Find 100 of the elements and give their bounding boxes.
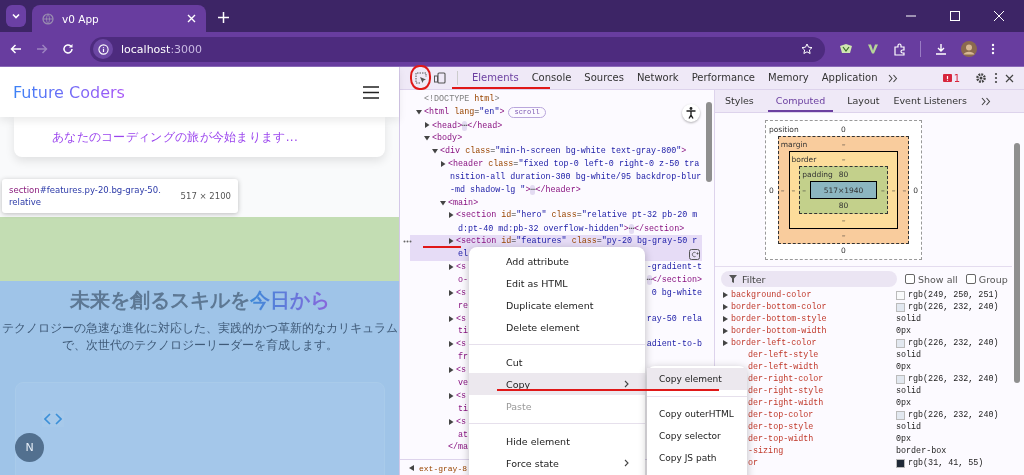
code-line-fragment[interactable]: <s (456, 262, 467, 272)
code-line-fragment[interactable]: ⋯</section> (646, 274, 702, 286)
code-line[interactable]: ti (458, 403, 469, 414)
color-swatch[interactable] (896, 374, 905, 384)
triangle-icon[interactable] (448, 367, 454, 374)
error-count[interactable]: 1 (942, 72, 960, 84)
code-line[interactable]: re (458, 300, 469, 311)
more-tabs-icon[interactable] (887, 73, 898, 83)
code-line-fragment[interactable]: 0 bg-white (651, 287, 702, 298)
checkbox[interactable] (905, 274, 915, 284)
menu-item[interactable]: Cut (469, 351, 645, 373)
menu-item[interactable]: Add attribute (469, 250, 645, 272)
v-logo-icon[interactable] (867, 43, 879, 55)
menu-item[interactable]: Copy outerHTML (647, 403, 747, 425)
triangle-icon[interactable] (416, 109, 422, 116)
color-swatch[interactable] (896, 458, 905, 468)
code-line[interactable]: nsition-all duration-300 bg-white/95 backdrop-blur (450, 171, 702, 182)
devtools-tab[interactable]: Network (633, 67, 682, 89)
triangle-icon[interactable] (424, 122, 430, 129)
devtools-tab[interactable]: Application (818, 67, 881, 89)
sidebar-tab[interactable]: Styles (725, 90, 754, 112)
maximize-icon[interactable] (950, 11, 960, 21)
code-line[interactable]: ve (458, 378, 469, 389)
device-icon[interactable] (434, 72, 446, 84)
code-line[interactable]: </ma (448, 442, 469, 453)
devtools-tab[interactable]: Performance (688, 67, 759, 89)
color-swatch[interactable] (896, 410, 905, 420)
triangle-icon[interactable] (448, 212, 454, 219)
code-line[interactable]: <section id="hero" class="relative pt-32 pb-20 m (456, 210, 698, 221)
triangle-icon[interactable] (448, 418, 454, 425)
code-line[interactable]: <!DOCTYPE html> (424, 94, 500, 105)
triangle-icon[interactable] (448, 341, 454, 348)
sidebar-tab[interactable]: Event Listeners (893, 90, 967, 112)
info-icon[interactable] (97, 43, 109, 55)
devtools-tab[interactable]: Memory (765, 67, 812, 89)
extension-icon[interactable] (839, 43, 853, 55)
code-line[interactable]: <head>⋯</head> (432, 119, 503, 131)
triangle-icon[interactable] (448, 264, 454, 270)
code-line[interactable]: <div class="min-h-screen bg-white text-gray-800"> (440, 146, 687, 156)
checkbox-label[interactable]: Show all (918, 273, 958, 285)
menu-icon[interactable] (991, 43, 995, 55)
menu-item[interactable]: Copy element (647, 368, 747, 390)
code-line-fragment[interactable]: <s (456, 287, 467, 298)
sidebar-tab[interactable]: Layout (847, 90, 880, 112)
scrollbar-thumb[interactable] (706, 102, 712, 182)
back-icon[interactable] (10, 43, 22, 55)
tab-list-button[interactable] (6, 5, 26, 27)
more-tabs-icon[interactable] (980, 96, 991, 106)
address-bar[interactable]: localhost:3000 (90, 36, 825, 62)
star-icon[interactable] (801, 43, 813, 55)
triangle-icon[interactable] (448, 238, 454, 245)
devtools-tab[interactable]: Sources (581, 67, 627, 89)
triangle-icon[interactable] (448, 315, 454, 322)
code-line[interactable]: <main> (448, 197, 479, 208)
menu-icon[interactable] (363, 85, 379, 99)
puzzle-icon[interactable] (893, 42, 906, 56)
menu-item[interactable]: Copy selector (647, 425, 747, 447)
scroll-left-icon[interactable] (409, 465, 415, 471)
more-icon[interactable] (403, 239, 412, 243)
code-line[interactable]: at (458, 429, 469, 440)
code-line[interactable]: ti (458, 326, 469, 337)
triangle-icon[interactable] (440, 199, 446, 206)
code-line[interactable]: fr (458, 352, 469, 363)
code-line[interactable]: d:pt-40 md:pb-32 overflow-hidden">⋯</section> (458, 222, 685, 234)
menu-item[interactable]: Delete element (469, 316, 645, 338)
settings-icon[interactable] (975, 72, 987, 84)
devtools-tab[interactable]: Console (528, 67, 575, 89)
code-line[interactable]: <html lang="en"> (424, 107, 505, 118)
inspect-icon[interactable] (415, 72, 427, 84)
menu-item[interactable]: Copy JS path (647, 447, 747, 469)
code-line-fragment[interactable]: adient-to-b (646, 339, 702, 350)
code-line[interactable]: el (458, 249, 469, 260)
code-line[interactable]: <body> (432, 133, 463, 144)
code-line-fragment[interactable]: <s (456, 339, 467, 350)
checkbox-label[interactable]: Group (978, 273, 1008, 285)
menu-item[interactable]: Hide element (469, 430, 645, 452)
close-icon[interactable] (1005, 73, 1014, 83)
checkbox[interactable] (965, 274, 976, 284)
code-line-fragment[interactable]: -gradient-t (646, 262, 702, 272)
code-line[interactable]: <section id="features" class="py-20 bg-gray-50 r (456, 236, 698, 247)
menu-item[interactable]: Force state (469, 452, 645, 474)
code-line[interactable]: <s (456, 365, 467, 376)
code-line[interactable]: -md shadow-lg ">⋯</header> (450, 184, 581, 196)
code-line-fragment[interactable]: <s (456, 313, 467, 324)
triangle-icon[interactable] (448, 289, 454, 296)
code-line[interactable]: <header class="fixed top-0 left-0 right-0 z-50 tra (448, 158, 700, 169)
kebab-menu-icon[interactable] (994, 72, 998, 84)
menu-item[interactable]: Edit as HTML (469, 272, 645, 294)
triangle-icon[interactable] (440, 160, 446, 167)
code-line-fragment[interactable]: ray-50 rela (646, 313, 702, 324)
avatar-icon[interactable] (961, 41, 977, 57)
code-line[interactable]: <s (456, 390, 467, 401)
sidebar-tab[interactable]: Computed (767, 90, 834, 112)
new-tab-icon[interactable] (218, 12, 229, 23)
menu-item[interactable]: Duplicate element (469, 294, 645, 316)
download-icon[interactable] (935, 43, 947, 55)
triangle-icon[interactable] (432, 148, 438, 154)
browser-tab[interactable]: v0 App (32, 5, 206, 32)
filter-field[interactable]: Filter (721, 271, 897, 287)
reload-icon[interactable] (62, 43, 74, 55)
